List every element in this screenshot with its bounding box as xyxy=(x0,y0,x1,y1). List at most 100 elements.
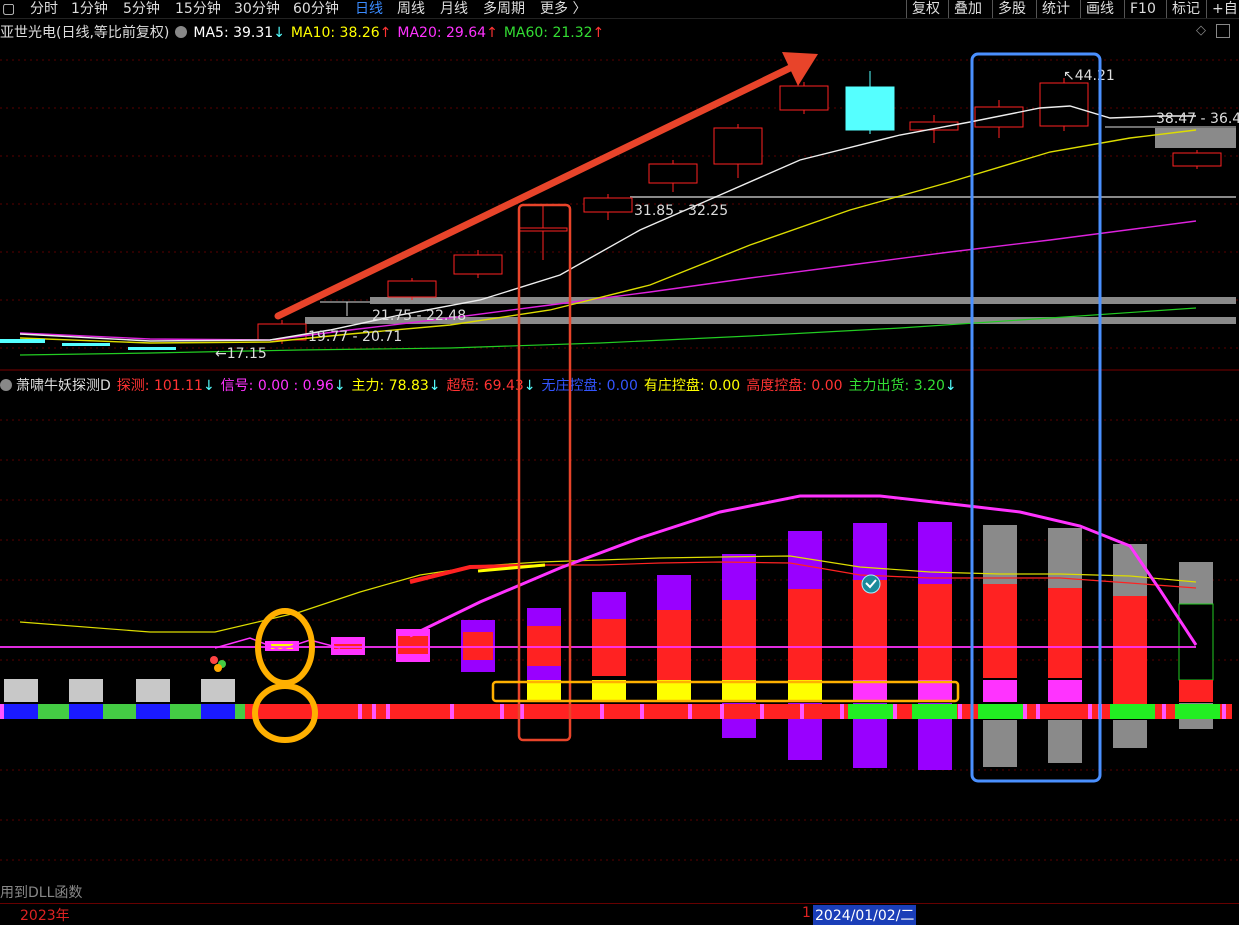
candle xyxy=(845,71,895,134)
strip-segment xyxy=(69,704,103,719)
candle-body xyxy=(583,197,633,213)
strip-tick xyxy=(640,704,644,719)
column-base xyxy=(788,680,822,702)
column-top xyxy=(1179,562,1213,604)
column-base xyxy=(722,680,756,702)
column-base xyxy=(1048,680,1082,702)
strip-tick xyxy=(600,704,604,719)
strip-segment xyxy=(170,704,201,719)
column-mid xyxy=(1048,588,1082,678)
candle xyxy=(1172,150,1222,169)
resistance-zone-bar xyxy=(1155,128,1236,148)
column-base xyxy=(918,680,952,702)
candle-body xyxy=(453,254,503,275)
strip-segment xyxy=(103,704,136,719)
column-below xyxy=(983,720,1017,767)
low-bar xyxy=(128,347,176,350)
price-label-low: ←17.15 xyxy=(215,346,267,362)
ma10-line xyxy=(19,129,1197,344)
column-top xyxy=(853,523,887,580)
column-mid xyxy=(1178,603,1214,681)
chart-canvas[interactable]: ←17.15 19.77 - 20.71 21.75 - 22.48 31.85… xyxy=(0,0,1239,921)
strip-tick xyxy=(688,704,692,719)
price-label-zone3: 31.85 - 32.25 xyxy=(634,203,728,219)
strip-segment xyxy=(38,704,69,719)
footer-note: 用到DLL函数 xyxy=(0,885,83,901)
column-below xyxy=(1048,720,1082,763)
main-force-core xyxy=(463,632,493,660)
column-base xyxy=(592,680,626,702)
column-base xyxy=(527,680,561,702)
column-base xyxy=(1179,680,1213,702)
strip-tick xyxy=(1222,704,1226,719)
column-top xyxy=(1113,544,1147,596)
column-mid xyxy=(657,610,691,680)
strip-tick xyxy=(1088,704,1092,719)
price-label-zone4: 38.47 - 36.4 xyxy=(1156,111,1239,127)
column-mid xyxy=(983,584,1017,678)
strip-tick xyxy=(358,704,362,719)
column-base xyxy=(983,680,1017,702)
strip-tick xyxy=(958,704,962,719)
candle-body xyxy=(974,106,1024,128)
column-base xyxy=(853,680,887,702)
strip-segment xyxy=(201,704,235,719)
support-zone-bar xyxy=(370,297,1236,304)
strip-segment xyxy=(848,704,893,719)
candle-body xyxy=(779,85,829,111)
time-axis[interactable]: 2023年 1 2024/01/02/二 xyxy=(0,903,1239,925)
indicator-column xyxy=(1048,528,1082,763)
fruit-icon xyxy=(210,656,226,672)
strip-tick xyxy=(500,704,504,719)
column-top xyxy=(983,525,1017,584)
column-mid xyxy=(853,580,887,680)
column-top xyxy=(657,575,691,610)
check-badge-icon xyxy=(861,574,881,594)
strip-tick xyxy=(372,704,376,719)
candle-body xyxy=(648,163,698,184)
low-bar xyxy=(0,339,45,343)
column-top xyxy=(722,554,756,600)
grey-block xyxy=(136,679,170,702)
strip-tick xyxy=(1036,704,1040,719)
column-base xyxy=(657,680,691,702)
indicator-column xyxy=(853,523,887,768)
cursor-mark: 1 xyxy=(802,905,811,921)
ma5-line xyxy=(19,105,1196,342)
strip-segment xyxy=(235,704,245,719)
candle xyxy=(583,194,633,220)
candle xyxy=(453,250,503,278)
strip-segment xyxy=(1110,704,1155,719)
candle xyxy=(779,82,829,114)
strip-segment xyxy=(4,704,38,719)
strip-tick xyxy=(760,704,764,719)
candle xyxy=(713,124,763,178)
strip-tick xyxy=(386,704,390,719)
column-below xyxy=(1113,720,1147,748)
candle xyxy=(387,278,437,300)
strip-tick xyxy=(450,704,454,719)
candle-body xyxy=(518,227,568,232)
cursor-date: 2024/01/02/二 xyxy=(813,905,917,925)
strip-segment xyxy=(1175,704,1220,719)
strip-segment xyxy=(136,704,170,719)
price-label-high: ↖44.21 xyxy=(1063,68,1115,84)
column-mid xyxy=(1113,596,1147,704)
year-label: 2023年 xyxy=(20,908,70,924)
strip-tick xyxy=(720,704,724,719)
strip-tick xyxy=(1162,704,1166,719)
column-mid xyxy=(722,600,756,680)
price-label-zone1: 19.77 - 20.71 xyxy=(308,329,402,345)
candle xyxy=(648,160,698,192)
strip-tick xyxy=(0,704,4,719)
grey-block xyxy=(201,679,235,702)
strip-segment xyxy=(978,704,1023,719)
color-strip xyxy=(0,704,1232,719)
candle-body xyxy=(1039,82,1089,127)
candle-body xyxy=(713,127,763,165)
price-label-zone2: 21.75 - 22.48 xyxy=(372,308,466,324)
column-purple-band xyxy=(527,666,561,680)
strip-tick xyxy=(1023,704,1027,719)
indicator-column xyxy=(983,525,1017,767)
column-top xyxy=(918,522,952,584)
